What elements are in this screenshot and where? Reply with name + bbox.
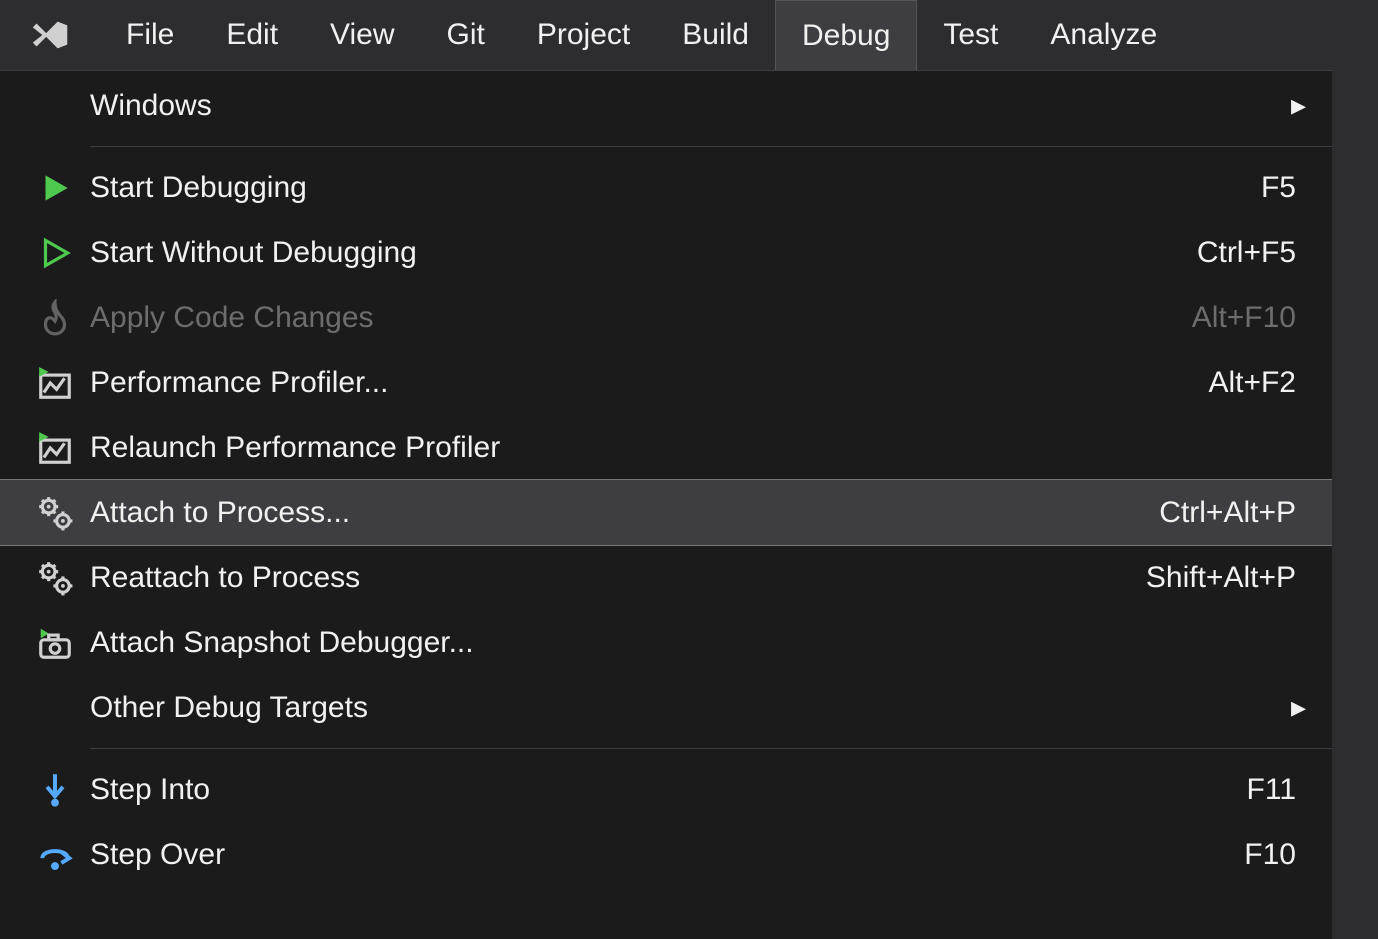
- menu-item-label: Relaunch Performance Profiler: [90, 431, 1306, 465]
- menubar-item-project[interactable]: Project: [511, 0, 656, 70]
- menu-item-label: Windows: [90, 89, 1291, 123]
- menubar-item-edit[interactable]: Edit: [200, 0, 304, 70]
- camera-icon: [20, 624, 90, 662]
- menubar-item-file[interactable]: File: [100, 0, 200, 70]
- menubar-item-analyze[interactable]: Analyze: [1024, 0, 1183, 70]
- menu-item-label: Attach to Process...: [90, 496, 1159, 530]
- perf-icon: [20, 429, 90, 467]
- menu-item-start-debugging[interactable]: Start DebuggingF5: [0, 155, 1332, 220]
- menu-item-label: Step Into: [90, 773, 1247, 807]
- menu-item-apply-code-changes: Apply Code ChangesAlt+F10: [0, 285, 1332, 350]
- menubar: File Edit View Git Project Build Debug Test Anal…: [0, 0, 1378, 70]
- menu-item-label: Apply Code Changes: [90, 301, 1192, 335]
- flame-icon: [20, 299, 90, 337]
- step-into-icon: [20, 771, 90, 809]
- menu-item-shortcut: Ctrl+F5: [1197, 236, 1306, 270]
- menubar-item-label: Build: [682, 18, 749, 52]
- menu-item-other-debug-targets[interactable]: Other Debug Targets▸: [0, 675, 1332, 740]
- menubar-item-label: File: [126, 18, 174, 52]
- menubar-item-debug[interactable]: Debug: [775, 0, 917, 70]
- menu-item-windows[interactable]: Windows▸: [0, 73, 1332, 138]
- menubar-item-label: Edit: [226, 18, 278, 52]
- menu-item-step-into[interactable]: Step IntoF11: [0, 757, 1332, 822]
- step-over-icon: [20, 836, 90, 874]
- menubar-item-label: Git: [447, 18, 485, 52]
- menu-item-shortcut: Ctrl+Alt+P: [1159, 496, 1306, 530]
- gears-icon: [20, 559, 90, 597]
- menu-item-label: Step Over: [90, 838, 1244, 872]
- menubar-item-git[interactable]: Git: [421, 0, 511, 70]
- debug-dropdown-menu: Windows▸Start DebuggingF5Start Without D…: [0, 70, 1332, 939]
- menubar-item-build[interactable]: Build: [656, 0, 775, 70]
- menu-item-label: Start Debugging: [90, 171, 1261, 205]
- menu-item-shortcut: F11: [1247, 773, 1306, 807]
- menu-item-shortcut: Alt+F2: [1208, 366, 1306, 400]
- menu-item-relaunch-performance-profiler[interactable]: Relaunch Performance Profiler: [0, 415, 1332, 480]
- menu-separator: [90, 748, 1332, 749]
- gears-icon: [20, 494, 90, 532]
- menu-item-shortcut: F10: [1244, 838, 1306, 872]
- menu-item-start-without-debugging[interactable]: Start Without DebuggingCtrl+F5: [0, 220, 1332, 285]
- play-outline-icon: [20, 234, 90, 272]
- vs-logo-icon: [0, 0, 100, 70]
- menu-item-shortcut: F5: [1261, 171, 1306, 205]
- perf-icon: [20, 364, 90, 402]
- menu-item-attach-snapshot-debugger[interactable]: Attach Snapshot Debugger...: [0, 610, 1332, 675]
- menu-separator: [90, 146, 1332, 147]
- menubar-item-label: Project: [537, 18, 630, 52]
- chevron-right-icon: ▸: [1291, 690, 1306, 725]
- menu-item-reattach-to-process[interactable]: Reattach to ProcessShift+Alt+P: [0, 545, 1332, 610]
- menubar-item-label: Test: [943, 18, 998, 52]
- menu-item-label: Other Debug Targets: [90, 691, 1291, 725]
- menubar-item-test[interactable]: Test: [917, 0, 1024, 70]
- menu-item-label: Start Without Debugging: [90, 236, 1197, 270]
- menubar-item-label: Debug: [802, 19, 890, 53]
- menu-item-label: Performance Profiler...: [90, 366, 1208, 400]
- menu-item-shortcut: Alt+F10: [1192, 301, 1306, 335]
- menu-item-label: Attach Snapshot Debugger...: [90, 626, 1306, 660]
- chevron-right-icon: ▸: [1291, 88, 1306, 123]
- menu-item-label: Reattach to Process: [90, 561, 1146, 595]
- menubar-item-label: Analyze: [1050, 18, 1157, 52]
- menu-item-shortcut: Shift+Alt+P: [1146, 561, 1306, 595]
- menubar-item-label: View: [330, 18, 394, 52]
- play-fill-icon: [20, 169, 90, 207]
- menu-item-attach-to-process[interactable]: Attach to Process...Ctrl+Alt+P: [0, 480, 1332, 545]
- menu-item-step-over[interactable]: Step OverF10: [0, 822, 1332, 887]
- menubar-item-view[interactable]: View: [304, 0, 420, 70]
- menu-item-performance-profiler[interactable]: Performance Profiler...Alt+F2: [0, 350, 1332, 415]
